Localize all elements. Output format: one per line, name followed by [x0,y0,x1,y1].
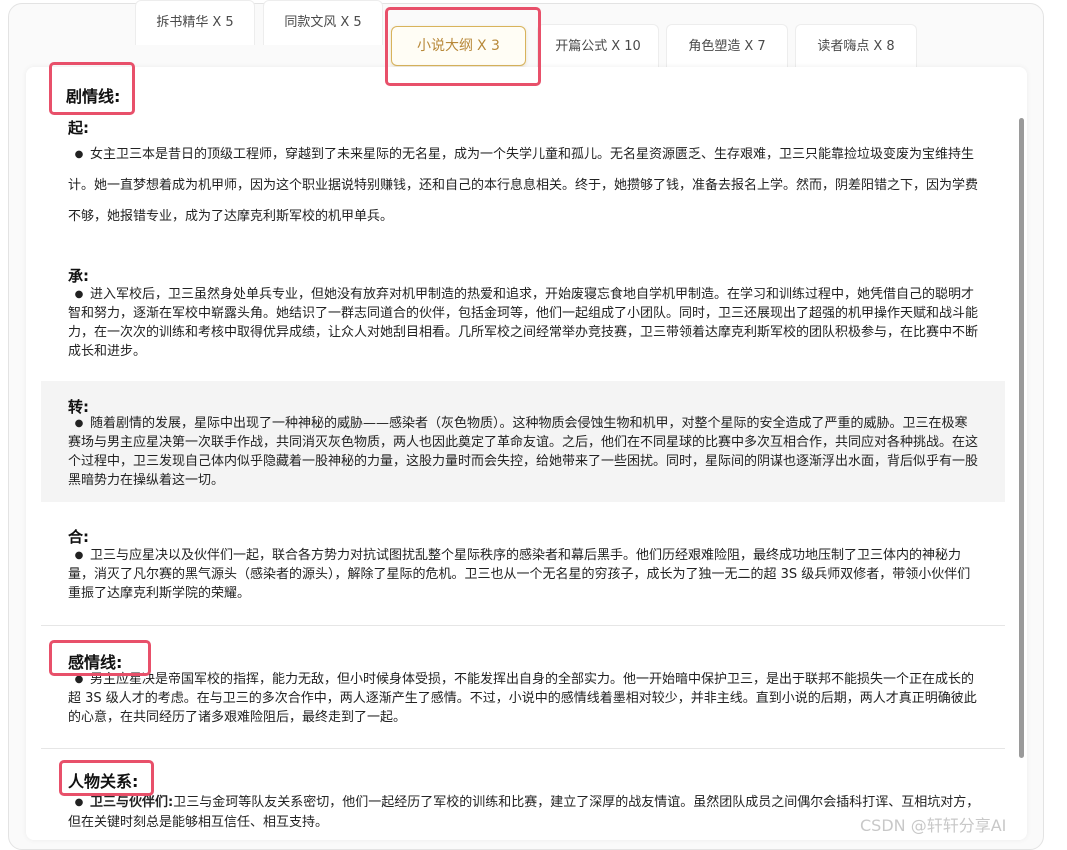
tab-label: 角色塑造 [688,39,741,54]
paragraph-cheng: ● 进入军校后，卫三虽然身处单兵专业，但她没有放弃对机甲制造的热爱和追求，开始废寝… [68,285,980,361]
paragraph-qi: ● 女主卫三本是昔日的顶级工程师，穿越到了未来星际的无名星，成为一个失学儿童和孤儿… [68,139,980,232]
bullet-icon: ● [74,797,84,808]
tab-count: X 7 [744,39,766,54]
tab-count: X 10 [611,39,641,54]
sub-title-qi: 起: [68,119,89,137]
tab-label: 开篇公式 [555,39,608,54]
tab-label: 拆书精华 [156,15,209,30]
tab-count: X 5 [212,15,234,30]
paragraph-text: 卫三与金珂等队友关系密切，他们一起经历了军校的训练和比赛，建立了深厚的战友情谊。… [68,795,980,830]
sub-title-cheng: 承: [68,267,89,285]
scrollbar-thumb[interactable] [1019,118,1024,758]
sub-title-he: 合: [68,528,89,546]
paragraph-text: 女主卫三本是昔日的顶级工程师，穿越到了未来星际的无名星，成为一个失学儿童和孤儿。… [68,147,979,224]
paragraph-text: 随着剧情的发展，星际中出现了一种神秘的威胁——感染者（灰色物质）。这种物质会侵蚀… [68,416,979,488]
relation-label: 卫三与伙伴们: [90,795,174,810]
paragraph-text: 卫三与应星决以及伙伴们一起，联合各方势力对抗试图扰乱整个星际秩序的感染者和幕后黑… [68,548,971,601]
tab-count: X 5 [340,15,362,30]
tab-count: X 3 [477,38,500,54]
bullet-icon: ● [74,674,84,685]
tab-opening[interactable]: 开篇公式 X 10 [537,24,659,69]
bullet-icon: ● [74,418,84,429]
paragraph-text: 进入军校后，卫三虽然身处单兵专业，但她没有放弃对机甲制造的热爱和追求，开始废寝忘… [68,287,979,359]
paragraph-text: 男主应星决是帝国军校的指挥，能力无敌，但小时候身体受损，不能发挥出自身的全部实力… [68,672,977,725]
bullet-icon: ● [74,149,84,160]
divider [41,748,1005,749]
tab-characters[interactable]: 角色塑造 X 7 [666,24,788,69]
tab-label: 同款文风 [284,15,337,30]
paragraph-he: ● 卫三与应星决以及伙伴们一起，联合各方势力对抗试图扰乱整个星际秩序的感染者和幕后… [68,546,980,603]
tab-label: 读者嗨点 [817,39,870,54]
bullet-icon: ● [74,550,84,561]
divider [41,625,1005,626]
tab-chaishu[interactable]: 拆书精华 X 5 [135,0,255,45]
tab-reader-points[interactable]: 读者嗨点 X 8 [795,24,917,69]
watermark: CSDN @轩轩分享AI [860,816,1007,835]
paragraph-zhuan: ● 随着剧情的发展，星际中出现了一种神秘的威胁——感染者（灰色物质）。这种物质会侵… [68,414,980,490]
tab-count: X 8 [873,39,895,54]
tab-outline[interactable]: 小说大纲 X 3 [391,26,526,66]
section-title-plot: 剧情线: [66,87,121,106]
bullet-icon: ● [74,289,84,300]
paragraph-relations: ● 卫三与伙伴们:卫三与金珂等队友关系密切，他们一起经历了军校的训练和比赛，建立了… [68,793,980,833]
tab-tongkuan[interactable]: 同款文风 X 5 [263,0,383,45]
section-title-relations: 人物关系: [68,772,139,791]
paragraph-romance: ● 男主应星决是帝国军校的指挥，能力无敌，但小时候身体受损，不能发挥出自身的全部实… [68,670,980,727]
tab-label: 小说大纲 [417,38,474,54]
